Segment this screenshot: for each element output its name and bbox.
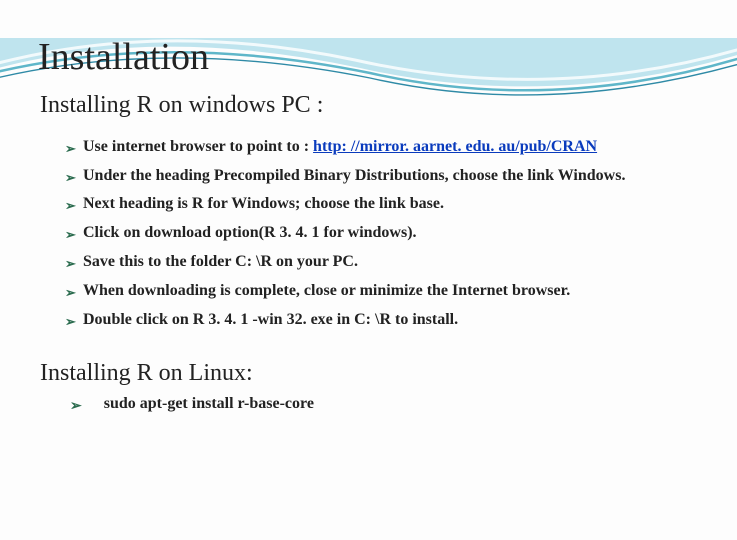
- chevron-right-icon: ➢: [65, 283, 76, 303]
- linux-step: ➢ sudo apt-get install r-base-core: [70, 395, 737, 415]
- linux-heading: Installing R on Linux:: [40, 360, 737, 387]
- list-item: ➢ Use internet browser to point to : htt…: [65, 135, 697, 160]
- cran-mirror-link[interactable]: http: //mirror. aarnet. edu. au/pub/CRAN: [313, 138, 597, 155]
- chevron-right-icon: ➢: [65, 139, 76, 159]
- list-item: ➢ Double click on R 3. 4. 1 -win 32. exe…: [65, 308, 697, 333]
- linux-command: sudo apt-get install r-base-core: [104, 395, 314, 413]
- step-text: When downloading is complete, close or m…: [83, 282, 570, 299]
- windows-steps-list: ➢ Use internet browser to point to : htt…: [65, 135, 697, 333]
- step-text: Save this to the folder C: \R on your PC…: [83, 253, 358, 270]
- list-item: ➢ When downloading is complete, close or…: [65, 279, 697, 304]
- chevron-right-icon: ➢: [65, 225, 76, 245]
- windows-heading: Installing R on windows PC :: [40, 92, 737, 119]
- list-item: ➢ Click on download option(R 3. 4. 1 for…: [65, 221, 697, 246]
- chevron-right-icon: ➢: [65, 312, 76, 332]
- list-item: ➢ Under the heading Precompiled Binary D…: [65, 164, 697, 189]
- chevron-right-icon: ➢: [65, 254, 76, 274]
- step-text: Next heading is R for Windows; choose th…: [83, 195, 444, 212]
- step-text: Click on download option(R 3. 4. 1 for w…: [83, 224, 417, 241]
- list-item: ➢ Next heading is R for Windows; choose …: [65, 192, 697, 217]
- step-prefix: Use internet browser to point to :: [83, 138, 313, 155]
- page-title: Installation: [38, 38, 737, 78]
- chevron-right-icon: ➢: [65, 196, 76, 216]
- chevron-right-icon: ➢: [70, 398, 82, 415]
- chevron-right-icon: ➢: [65, 168, 76, 188]
- slide-content: Installation Installing R on windows PC …: [0, 38, 737, 415]
- step-text: Under the heading Precompiled Binary Dis…: [83, 167, 625, 184]
- step-text: Double click on R 3. 4. 1 -win 32. exe i…: [83, 311, 458, 328]
- list-item: ➢ Save this to the folder C: \R on your …: [65, 250, 697, 275]
